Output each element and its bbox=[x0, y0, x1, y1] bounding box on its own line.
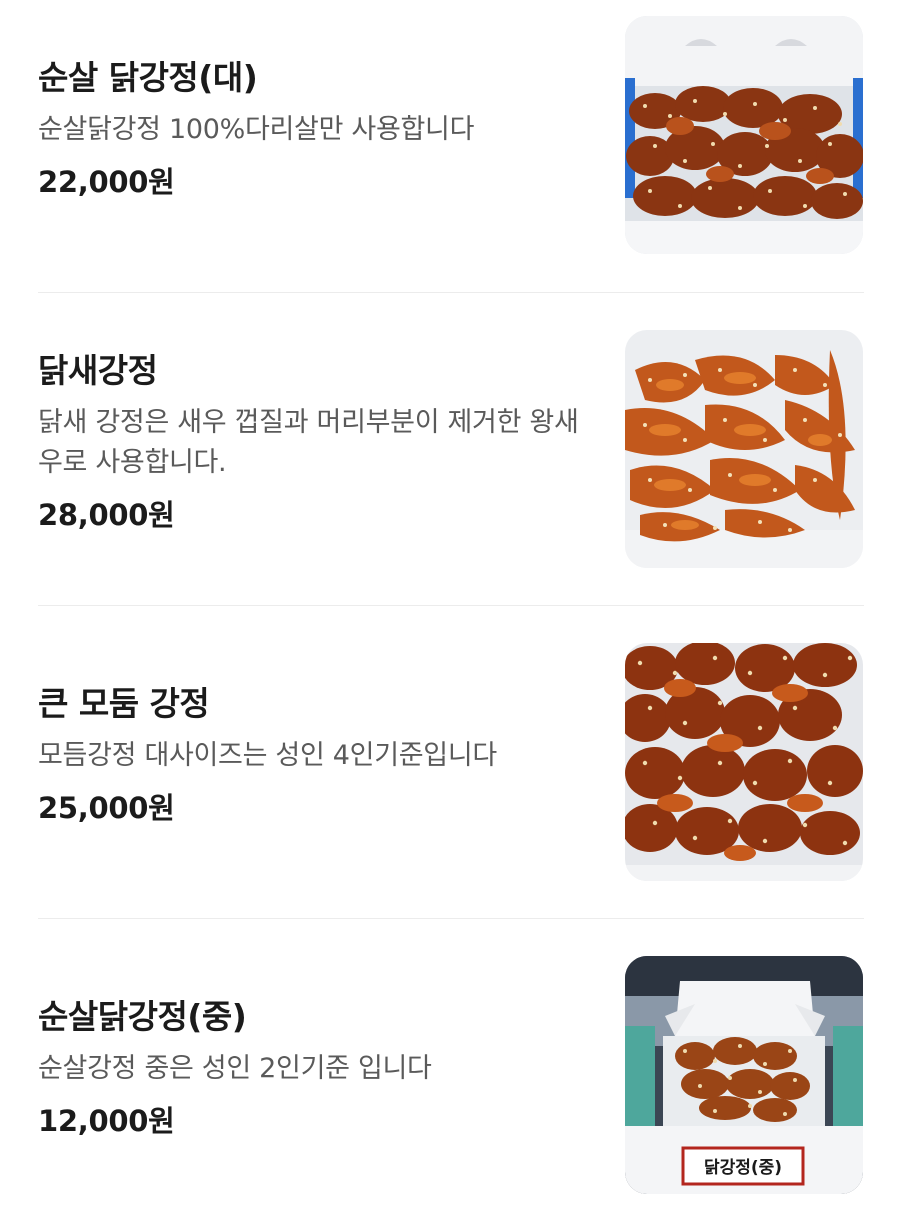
menu-item-shrimp-gangjeong[interactable]: 닭새강정 닭새 강정은 새우 껍질과 머리부분이 제거한 왕새우로 사용합니다.… bbox=[0, 293, 900, 605]
menu-item-description: 순살닭강정 100%다리살만 사용합니다 bbox=[38, 114, 475, 145]
menu-item-name: 큰 모둠 강정 bbox=[38, 684, 210, 723]
menu-item-large-assorted[interactable]: 큰 모둠 강정 모듬강정 대사이즈는 성인 4인기준입니다 25,000원 bbox=[0, 606, 900, 918]
medium-gangjeong-box-image: 닭강정(중) bbox=[625, 956, 863, 1194]
menu-item-text: 순살닭강정(중) 순살강정 중은 성인 2인기준 입니다 12,000원 bbox=[38, 997, 598, 1139]
menu-item-name: 순살 닭강정(대) bbox=[38, 58, 258, 97]
shrimp-gangjeong-image bbox=[625, 330, 863, 568]
menu-item-price: 28,000원 bbox=[38, 498, 175, 532]
menu-item-text: 닭새강정 닭새 강정은 새우 껍질과 머리부분이 제거한 왕새우로 사용합니다.… bbox=[38, 351, 598, 533]
menu-item-text: 순살 닭강정(대) 순살닭강정 100%다리살만 사용합니다 22,000원 bbox=[38, 58, 598, 200]
boneless-chicken-gangjeong-box-image bbox=[625, 16, 863, 254]
assorted-gangjeong-image bbox=[625, 643, 863, 881]
menu-item-price: 25,000원 bbox=[38, 791, 175, 825]
menu-item-name: 순살닭강정(중) bbox=[38, 997, 247, 1036]
menu-item-boneless-large[interactable]: 순살 닭강정(대) 순살닭강정 100%다리살만 사용합니다 22,000원 bbox=[0, 0, 900, 292]
menu-item-image[interactable] bbox=[625, 16, 863, 254]
menu-list: 순살 닭강정(대) 순살닭강정 100%다리살만 사용합니다 22,000원 닭… bbox=[0, 0, 900, 1211]
menu-item-boneless-medium[interactable]: 순살닭강정(중) 순살강정 중은 성인 2인기준 입니다 12,000원 닭강정… bbox=[0, 919, 900, 1211]
menu-item-text: 큰 모둠 강정 모듬강정 대사이즈는 성인 4인기준입니다 25,000원 bbox=[38, 684, 598, 826]
menu-item-image[interactable]: 닭강정(중) bbox=[625, 956, 863, 1194]
menu-item-name: 닭새강정 bbox=[38, 351, 158, 390]
menu-item-description: 모듬강정 대사이즈는 성인 4인기준입니다 bbox=[38, 740, 497, 771]
menu-item-description: 순살강정 중은 성인 2인기준 입니다 bbox=[38, 1053, 432, 1084]
menu-item-price: 12,000원 bbox=[38, 1104, 175, 1138]
menu-item-description: 닭새 강정은 새우 껍질과 머리부분이 제거한 왕새우로 사용합니다. bbox=[38, 407, 579, 478]
menu-item-price: 22,000원 bbox=[38, 165, 175, 199]
menu-item-image[interactable] bbox=[625, 643, 863, 881]
box-label: 닭강정(중) bbox=[704, 1158, 782, 1178]
menu-item-image[interactable] bbox=[625, 330, 863, 568]
